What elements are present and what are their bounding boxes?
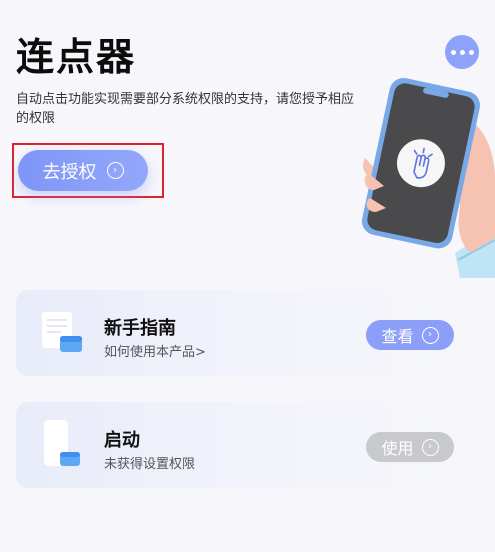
view-button[interactable]: 查看 › xyxy=(366,320,454,350)
view-button-label: 查看 xyxy=(381,327,414,346)
more-dots-icon xyxy=(450,49,456,55)
more-options-button[interactable] xyxy=(445,35,479,69)
phone-card-icon xyxy=(44,420,80,466)
card-title: 新手指南 xyxy=(104,318,176,339)
card-subtitle-link[interactable]: 如何使用本产品> xyxy=(104,341,206,360)
use-button-label: 使用 xyxy=(381,439,414,458)
circle-arrow-right-icon: › xyxy=(421,326,439,344)
authorize-button[interactable]: 去授权 › xyxy=(18,150,148,191)
hand-holding-phone-tap-icon xyxy=(361,78,495,278)
use-button[interactable]: 使用 › xyxy=(366,432,454,462)
start-card: 启动 未获得设置权限 使用 › xyxy=(16,402,480,488)
permission-description: 自动点击功能实现需要部分系统权限的支持，请您授予相应的权限 xyxy=(16,92,355,126)
document-icon xyxy=(42,312,82,352)
page-title: 连点器 xyxy=(16,35,137,79)
guide-card[interactable]: 新手指南 如何使用本产品> 查看 › xyxy=(16,290,480,376)
circle-arrow-right-icon: › xyxy=(106,162,124,179)
circle-arrow-right-icon: › xyxy=(421,438,439,456)
card-title: 启动 xyxy=(104,430,140,451)
card-subtitle: 未获得设置权限 xyxy=(104,457,196,472)
authorize-label: 去授权 xyxy=(42,161,97,183)
